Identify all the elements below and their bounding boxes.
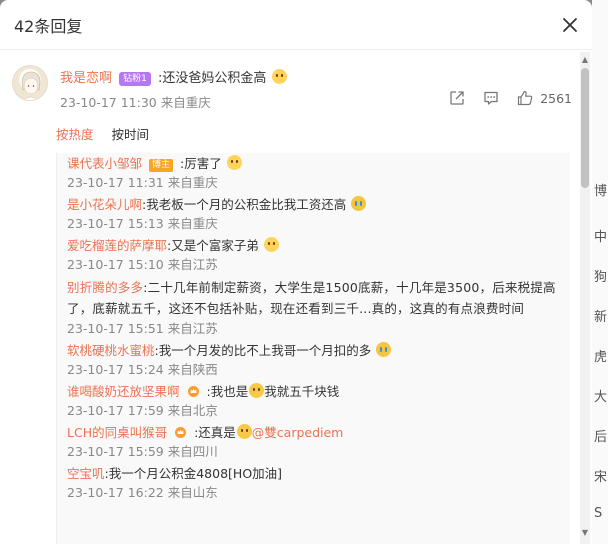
- reply-username[interactable]: 课代表小邹邹: [67, 156, 142, 171]
- comment-username[interactable]: 我是恋啊: [60, 71, 112, 86]
- backdrop-glyph: 大: [594, 390, 608, 405]
- like-button[interactable]: 2561: [516, 89, 572, 107]
- backdrop-glyph: 博: [594, 184, 608, 199]
- reply-username[interactable]: LCH的同桌叫猴哥: [67, 425, 167, 440]
- backdrop-glyph: 后: [594, 430, 608, 445]
- backdrop-glyph: 宋: [594, 470, 608, 485]
- reply-text: :我一个月公积金4808[HO加油]: [104, 466, 283, 481]
- smirk-emoji-icon: [249, 383, 265, 398]
- reply-text-prefix: :我也是: [206, 384, 249, 399]
- reply-meta: 23-10-17 16:22 来自山东: [67, 485, 218, 500]
- share-icon[interactable]: [448, 89, 466, 107]
- list-item: 是小花朵儿啊:我老板一个月的公积金比我工资还高 23-10-17 15:13 来…: [57, 194, 570, 233]
- backdrop-glyph: 狗: [594, 270, 608, 285]
- list-item: 软桃硬桃水蜜桃:我一个月发的比不上我哥一个月扣的多 23-10-17 15:24…: [57, 340, 570, 379]
- background-page: 博 中 狗 新 虎 大 后 宋 S: [592, 0, 608, 544]
- crown-icon: [175, 427, 187, 438]
- avatar-image: [21, 71, 41, 100]
- list-item: 课代表小邹邹 博主 :厉害了 23-10-17 11:31 来自重庆: [57, 153, 570, 192]
- backdrop-glyph: 虎: [594, 350, 608, 365]
- list-item: LCH的同桌叫猴哥 :还真是 @雙carpediem 23-10-17 15:59…: [57, 422, 570, 461]
- shy-emoji-icon: [271, 69, 287, 84]
- shy-emoji-icon: [226, 155, 242, 170]
- blogger-badge: 博主: [149, 159, 174, 172]
- smirk-emoji-icon: [236, 424, 252, 439]
- sort-by-hot-tab[interactable]: 按热度: [56, 127, 94, 142]
- thumbs-up-icon: [518, 90, 533, 106]
- reply-meta: 23-10-17 15:13 来自重庆: [67, 216, 218, 231]
- cry-emoji-icon: [376, 342, 392, 357]
- reply-username[interactable]: 爱吃榴莲的萨摩耶: [67, 238, 167, 253]
- reply-username[interactable]: 别折腾的多多: [67, 280, 143, 295]
- reply-username[interactable]: 软桃硬桃水蜜桃: [67, 343, 155, 358]
- scroll-up-arrow-icon[interactable]: ▲: [580, 55, 590, 65]
- sort-by-time-tab[interactable]: 按时间: [112, 127, 150, 142]
- close-icon: [563, 18, 577, 32]
- comment-actions: 2561: [448, 89, 572, 107]
- crown-icon: [187, 386, 199, 397]
- reply-meta: 23-10-17 11:31 来自重庆: [67, 175, 218, 190]
- cry-emoji-icon: [351, 196, 367, 211]
- reply-text: :厉害了: [180, 156, 222, 171]
- reply-meta: 23-10-17 15:10 来自江苏: [67, 257, 218, 272]
- comment-meta: 23-10-17 11:30 来自重庆: [60, 95, 211, 110]
- reply-meta: 23-10-17 15:24 来自陕西: [67, 362, 218, 377]
- vip-badge: 钻粉1: [119, 72, 151, 86]
- modal-title: 42条回复: [14, 16, 83, 36]
- reply-text: :我老板一个月的公积金比我工资还高: [142, 197, 347, 212]
- like-count: 2561: [540, 90, 572, 106]
- reply-text: :又是个富家子弟: [167, 238, 259, 253]
- replies-modal: 42条回复 我是恋啊 钻粉1 :还没爸妈公积金高 23-10-17 11:30 …: [0, 0, 592, 544]
- sort-bar: 按热度 按时间: [56, 124, 149, 143]
- shy-emoji-icon: [263, 237, 279, 252]
- reply-text-prefix: :还真是: [194, 425, 236, 440]
- comment-scroll-area[interactable]: 我是恋啊 钻粉1 :还没爸妈公积金高 23-10-17 11:30 来自重庆 2…: [0, 51, 592, 544]
- list-item: 谁喝酸奶还放坚果啊 :我也是 我就五千块钱 23-10-17 17:59 来自北京: [57, 381, 570, 420]
- reply-list: 课代表小邹邹 博主 :厉害了 23-10-17 11:31 来自重庆 是小花朵儿…: [56, 153, 570, 544]
- reply-text: :我一个月发的比不上我哥一个月扣的多: [154, 343, 372, 358]
- scrollbar-thumb[interactable]: [581, 68, 589, 188]
- list-item: 空宝叽:我一个月公积金4808[HO加油] 23-10-17 16:22 来自山…: [57, 463, 570, 502]
- reply-username[interactable]: 谁喝酸奶还放坚果啊: [67, 384, 180, 399]
- close-button[interactable]: [558, 13, 582, 37]
- comment-icon[interactable]: [482, 89, 500, 107]
- reply-username[interactable]: 空宝叽: [67, 466, 105, 481]
- reply-text: 我就五千块钱: [264, 384, 340, 399]
- list-item: 爱吃榴莲的萨摩耶:又是个富家子弟 23-10-17 15:10 来自江苏: [57, 235, 570, 274]
- backdrop-glyph: 新: [594, 310, 608, 325]
- reply-meta: 23-10-17 15:51 来自江苏: [67, 321, 218, 336]
- avatar[interactable]: [12, 65, 48, 101]
- mention-link[interactable]: @雙carpediem: [252, 425, 344, 440]
- backdrop-glyph: 中: [594, 230, 608, 245]
- reply-meta: 23-10-17 17:59 来自北京: [67, 403, 218, 418]
- comment-text: :还没爸妈公积金高: [158, 71, 267, 86]
- scroll-down-arrow-icon[interactable]: ▼: [580, 528, 590, 538]
- backdrop-glyph: S: [594, 506, 603, 521]
- list-item: 别折腾的多多:二十几年前制定薪资，大学生是1500底薪，十几年是3500，后来税…: [57, 276, 570, 338]
- reply-username[interactable]: 是小花朵儿啊: [67, 197, 142, 212]
- reply-meta: 23-10-17 15:59 来自四川: [67, 444, 218, 459]
- modal-header: 42条回复: [0, 0, 592, 50]
